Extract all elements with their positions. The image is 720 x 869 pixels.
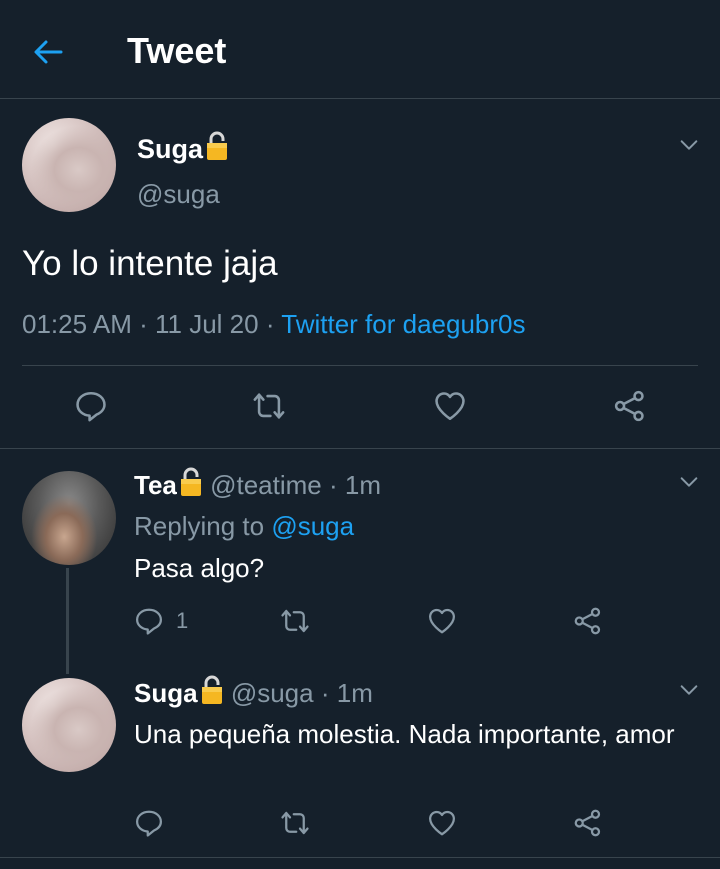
like-button[interactable]	[427, 808, 457, 838]
retweet-icon	[280, 808, 310, 838]
replying-to-handle[interactable]: @suga	[271, 511, 354, 541]
like-icon	[427, 606, 457, 636]
divider	[0, 857, 720, 858]
lock-icon	[205, 131, 229, 161]
chevron-down-icon[interactable]	[678, 134, 700, 156]
divider	[22, 365, 698, 366]
tweet-meta: 01:25 AM · 11 Jul 20 · Twitter for daegu…	[22, 309, 526, 340]
meta-separator: ·	[329, 470, 338, 500]
meta-separator: ·	[320, 678, 330, 708]
tweet-source-link[interactable]: Twitter for daegubr0s	[281, 309, 525, 339]
reply-count: 1	[176, 608, 189, 633]
reply-header: Suga @suga · 1m	[134, 675, 373, 709]
avatar[interactable]	[22, 118, 116, 212]
share-icon	[613, 389, 647, 423]
author-name-row[interactable]: Suga	[137, 131, 229, 165]
author-name: Suga	[137, 134, 204, 164]
meta-separator: ·	[265, 309, 275, 339]
share-button[interactable]	[613, 389, 647, 423]
reply-text: Pasa algo?	[134, 553, 265, 583]
reply-author-name[interactable]: Tea	[134, 470, 177, 500]
like-button[interactable]	[433, 389, 467, 423]
reply-icon	[134, 606, 164, 636]
reply-icon	[134, 808, 164, 838]
retweet-button[interactable]	[252, 389, 286, 423]
arrow-left-icon	[34, 40, 63, 64]
thread-connector	[66, 568, 69, 674]
page-title: Tweet	[127, 30, 227, 71]
reply-author-handle[interactable]: @teatime	[210, 470, 322, 500]
like-button[interactable]	[427, 606, 457, 636]
tweet-date: 11 Jul 20	[155, 309, 259, 339]
reply-button[interactable]: 1	[134, 606, 188, 636]
like-icon	[427, 808, 457, 838]
retweet-icon	[280, 606, 310, 636]
avatar[interactable]	[22, 471, 116, 565]
tweet-time: 01:25 AM	[22, 309, 132, 339]
lock-icon	[200, 675, 224, 705]
replying-to-label: Replying to	[134, 511, 265, 541]
replying-to: Replying to @suga	[134, 511, 354, 542]
share-icon	[573, 808, 603, 838]
chevron-down-icon[interactable]	[678, 471, 700, 493]
reply-icon	[74, 389, 108, 423]
share-icon	[573, 606, 603, 636]
share-button[interactable]	[573, 808, 603, 838]
meta-separator: ·	[139, 309, 148, 339]
reply-text: Una pequeña molestia. Nada importante, a…	[134, 719, 675, 749]
back-button[interactable]	[30, 34, 66, 70]
divider	[0, 448, 720, 449]
reply-button[interactable]	[134, 808, 164, 838]
reply-author-name[interactable]: Suga	[134, 678, 198, 708]
chevron-down-icon[interactable]	[678, 679, 700, 701]
share-button[interactable]	[573, 606, 603, 636]
reply-time: 1m	[344, 470, 382, 500]
retweet-button[interactable]	[280, 808, 310, 838]
author-handle[interactable]: @suga	[137, 179, 220, 210]
reply-author-handle[interactable]: @suga	[231, 678, 314, 708]
top-bar	[0, 0, 720, 99]
avatar[interactable]	[22, 678, 116, 772]
reply-button[interactable]	[74, 389, 108, 423]
reply-time: 1m	[336, 678, 373, 708]
like-icon	[433, 389, 467, 423]
retweet-button[interactable]	[280, 606, 310, 636]
tweet-text: Yo lo intente jaja	[22, 244, 278, 283]
lock-icon	[179, 467, 203, 497]
reply-header: Tea @teatime · 1m	[134, 467, 381, 501]
retweet-icon	[252, 389, 286, 423]
